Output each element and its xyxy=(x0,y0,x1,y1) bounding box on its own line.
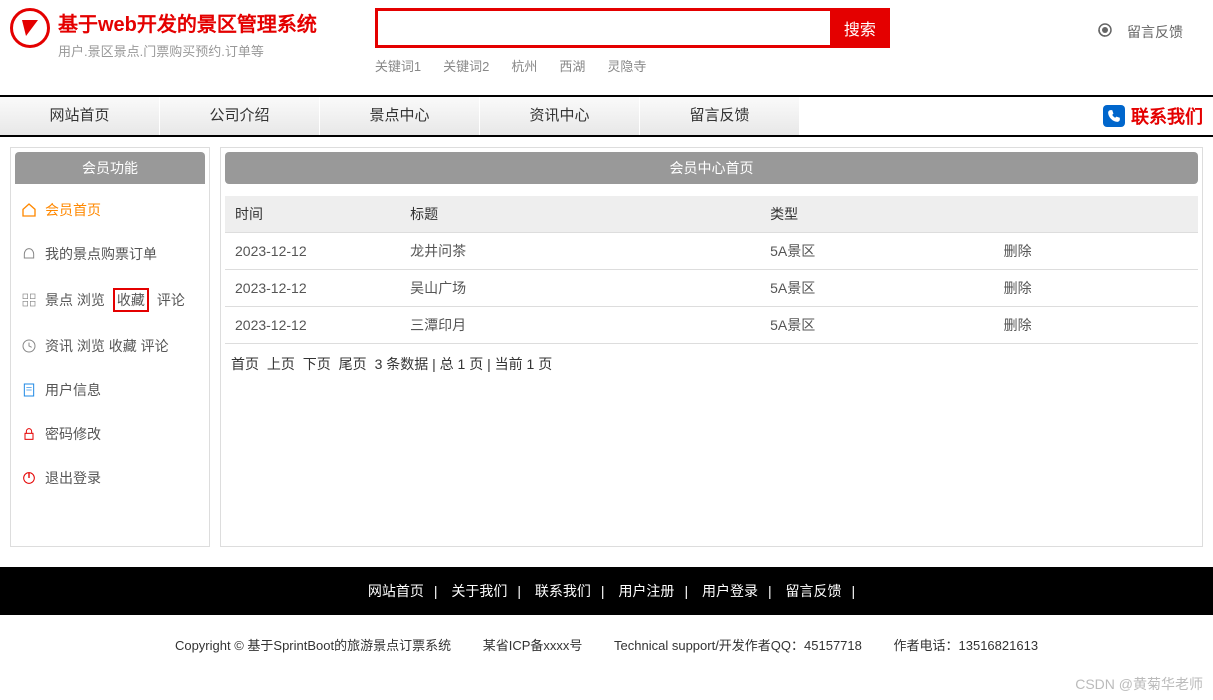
footer-link[interactable]: 联系我们 xyxy=(535,583,591,599)
sidebar-head: 会员功能 xyxy=(15,152,205,184)
pager-next[interactable]: 下页 xyxy=(303,356,331,372)
delete-link[interactable]: 删除 xyxy=(1004,280,1032,296)
lock-icon xyxy=(21,426,37,442)
sidebar-item-home[interactable]: 会员首页 xyxy=(11,188,209,232)
keyword-link[interactable]: 杭州 xyxy=(511,56,537,75)
sidebar: 会员功能 会员首页 我的景点购票订单 景点 浏览 收藏 评论 资讯 浏览 收藏 … xyxy=(10,147,210,547)
sidebar-item-label-part3: 评论 xyxy=(157,290,185,310)
keyword-row: 关键词1 关键词2 杭州 西湖 灵隐寺 xyxy=(375,56,890,75)
cell-time: 2023-12-12 xyxy=(225,233,400,270)
grid-icon xyxy=(21,292,37,308)
logo-area: 基于web开发的景区管理系统 用户.景区景点.门票购买预约.订单等 xyxy=(10,8,317,60)
headset-icon xyxy=(1093,20,1117,44)
nav-home[interactable]: 网站首页 xyxy=(0,97,160,135)
footer-nav: 网站首页| 关于我们| 联系我们| 用户注册| 用户登录| 留言反馈| xyxy=(0,567,1213,615)
sidebar-item-password[interactable]: 密码修改 xyxy=(11,412,209,456)
cell-time: 2023-12-12 xyxy=(225,307,400,344)
clock-icon xyxy=(21,338,37,354)
sidebar-item-label: 资讯 浏览 收藏 评论 xyxy=(45,336,169,356)
logo-icon xyxy=(10,8,50,48)
footer-author: 作者电话：13516821613 xyxy=(894,638,1039,653)
footer-icp: 某省ICP备xxxx号 xyxy=(483,638,583,653)
sidebar-item-orders[interactable]: 我的景点购票订单 xyxy=(11,232,209,276)
sidebar-item-label: 我的景点购票订单 xyxy=(45,244,157,264)
sidebar-item-label-highlighted: 收藏 xyxy=(113,288,149,312)
sidebar-item-logout[interactable]: 退出登录 xyxy=(11,456,209,500)
table-row: 2023-12-12 吴山广场 5A景区 删除 xyxy=(225,270,1198,307)
footer-link[interactable]: 用户登录 xyxy=(702,583,758,599)
sidebar-item-label: 退出登录 xyxy=(45,468,101,488)
data-table: 时间 标题 类型 2023-12-12 龙井问茶 5A景区 删除2023-12-… xyxy=(225,196,1198,344)
footer-link[interactable]: 用户注册 xyxy=(618,583,674,599)
nav-scenic[interactable]: 景点中心 xyxy=(320,97,480,135)
site-subtitle: 用户.景区景点.门票购买预约.订单等 xyxy=(58,41,317,60)
sidebar-item-label: 用户信息 xyxy=(45,380,101,400)
pager-info: 3 条数据 | 总 1 页 | 当前 1 页 xyxy=(375,356,553,372)
sidebar-item-label: 会员首页 xyxy=(45,200,101,220)
sidebar-item-label: 密码修改 xyxy=(45,424,101,444)
footer-link[interactable]: 网站首页 xyxy=(368,583,424,599)
power-icon xyxy=(21,470,37,486)
nav-feedback[interactable]: 留言反馈 xyxy=(640,97,800,135)
delete-link[interactable]: 删除 xyxy=(1004,243,1032,259)
site-title: 基于web开发的景区管理系统 xyxy=(58,8,317,37)
sidebar-item-scenic-fav[interactable]: 景点 浏览 收藏 评论 xyxy=(11,276,209,324)
col-type: 类型 xyxy=(760,196,994,233)
col-title: 标题 xyxy=(400,196,760,233)
table-row: 2023-12-12 龙井问茶 5A景区 删除 xyxy=(225,233,1198,270)
nav-news[interactable]: 资讯中心 xyxy=(480,97,640,135)
content-head: 会员中心首页 xyxy=(225,152,1198,184)
watermark: CSDN @黄菊华老师 xyxy=(1075,674,1203,694)
keyword-link[interactable]: 关键词1 xyxy=(375,56,421,75)
footer-link[interactable]: 留言反馈 xyxy=(786,583,842,599)
ticket-icon xyxy=(21,246,37,262)
footer-info: Copyright © 基于SprintBoot的旅游景点订票系统 某省ICP备… xyxy=(0,615,1213,674)
sidebar-item-label-part1: 景点 浏览 xyxy=(45,290,105,310)
cell-title: 三潭印月 xyxy=(400,307,760,344)
doc-icon xyxy=(21,382,37,398)
cell-type: 5A景区 xyxy=(760,307,994,344)
cell-title: 龙井问茶 xyxy=(400,233,760,270)
nav-company[interactable]: 公司介绍 xyxy=(160,97,320,135)
cell-type: 5A景区 xyxy=(760,270,994,307)
home-icon xyxy=(21,202,37,218)
col-action xyxy=(994,196,1198,233)
search-input[interactable] xyxy=(375,8,830,48)
footer-link[interactable]: 关于我们 xyxy=(451,583,507,599)
contact-us-label: 联系我们 xyxy=(1131,103,1203,129)
feedback-link[interactable]: 留言反馈 xyxy=(1127,22,1183,42)
pager-prev[interactable]: 上页 xyxy=(267,356,295,372)
sidebar-item-userinfo[interactable]: 用户信息 xyxy=(11,368,209,412)
col-time: 时间 xyxy=(225,196,400,233)
cell-type: 5A景区 xyxy=(760,233,994,270)
table-row: 2023-12-12 三潭印月 5A景区 删除 xyxy=(225,307,1198,344)
delete-link[interactable]: 删除 xyxy=(1004,317,1032,333)
footer-tech: Technical support/开发作者QQ：45157718 xyxy=(614,638,862,653)
keyword-link[interactable]: 关键词2 xyxy=(443,56,489,75)
keyword-link[interactable]: 灵隐寺 xyxy=(607,56,646,75)
sidebar-item-news-fav[interactable]: 资讯 浏览 收藏 评论 xyxy=(11,324,209,368)
contact-us[interactable]: 联系我们 xyxy=(1103,103,1213,129)
keyword-link[interactable]: 西湖 xyxy=(559,56,585,75)
pager-first[interactable]: 首页 xyxy=(231,356,259,372)
pager: 首页 上页 下页 尾页 3 条数据 | 总 1 页 | 当前 1 页 xyxy=(225,344,1198,384)
pager-last[interactable]: 尾页 xyxy=(339,356,367,372)
cell-title: 吴山广场 xyxy=(400,270,760,307)
cell-time: 2023-12-12 xyxy=(225,270,400,307)
search-button[interactable]: 搜索 xyxy=(830,8,890,48)
phone-icon xyxy=(1103,105,1125,127)
content: 会员中心首页 时间 标题 类型 2023-12-12 龙井问茶 5A景区 删除2… xyxy=(220,147,1203,547)
footer-copyright: Copyright © 基于SprintBoot的旅游景点订票系统 xyxy=(175,638,451,653)
